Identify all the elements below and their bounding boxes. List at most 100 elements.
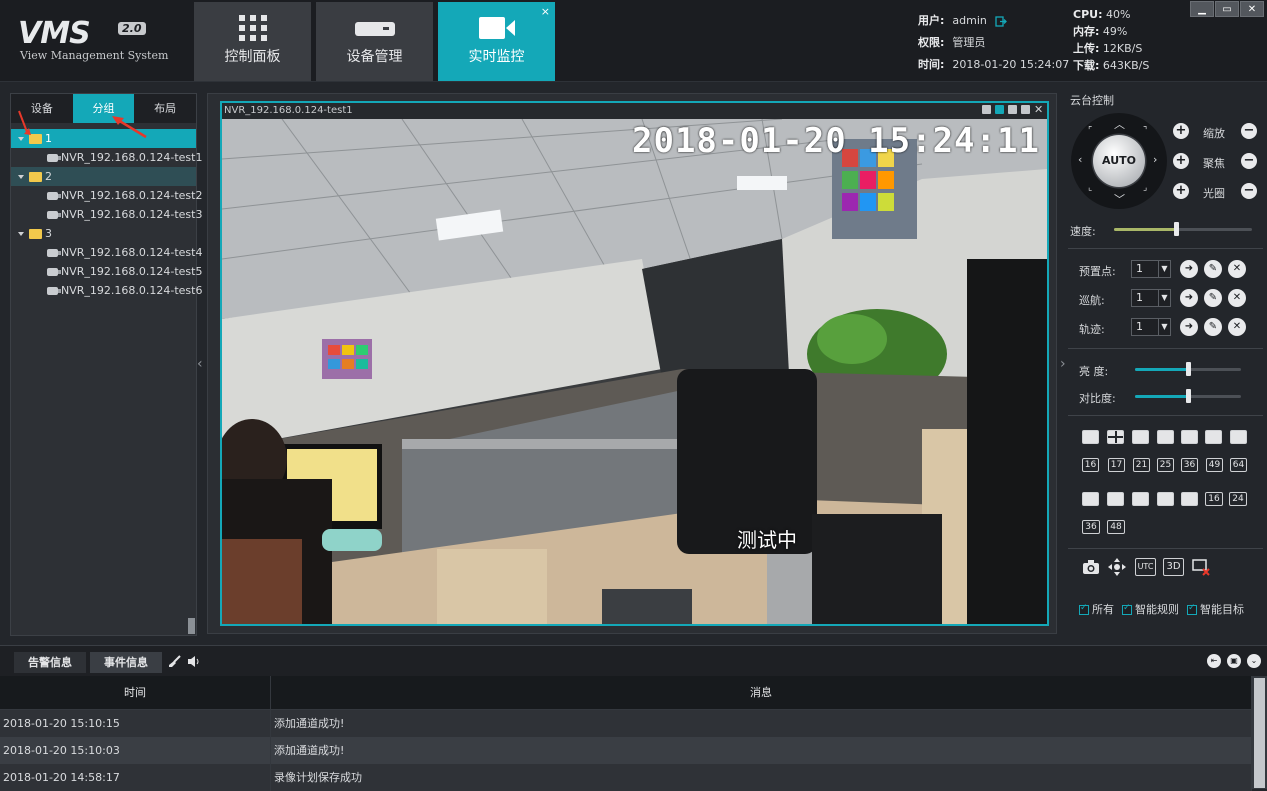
iris-close-button[interactable]: − — [1241, 183, 1257, 199]
focus-out-button[interactable]: − — [1241, 153, 1257, 169]
tab-device-management[interactable]: 设备管理 — [316, 2, 433, 81]
layout-25-button[interactable]: 25 — [1157, 458, 1174, 472]
layout-6-button[interactable] — [1132, 430, 1149, 444]
video-window[interactable]: NVR_192.168.0.124-test1 ✕ 2018-01-20 15:… — [220, 101, 1049, 626]
track-select[interactable]: 1 ▼ — [1131, 318, 1171, 336]
cruise-go-button[interactable]: ➜ — [1180, 289, 1198, 307]
iris-open-button[interactable]: + — [1173, 183, 1189, 199]
contrast-slider[interactable] — [1135, 389, 1241, 403]
ptz-down-right-icon[interactable]: ⌟ — [1143, 183, 1147, 193]
ptz-down-icon[interactable]: ﹀ — [1114, 191, 1125, 207]
preset-delete-button[interactable]: ✕ — [1228, 260, 1246, 278]
tree-channel[interactable]: NVR_192.168.0.124-test6 — [11, 281, 202, 300]
layout-wide-2-button[interactable] — [1107, 492, 1124, 506]
layout-16-button[interactable]: 16 — [1082, 458, 1099, 472]
column-header-time[interactable]: 时间 — [0, 676, 271, 709]
tree-group-3[interactable]: 3 — [11, 224, 196, 243]
cruise-select[interactable]: 1 ▼ — [1131, 289, 1171, 307]
capture-icon[interactable] — [1008, 105, 1017, 114]
restore-button[interactable]: ▭ — [1215, 1, 1239, 17]
table-scrollbar-thumb[interactable] — [1254, 678, 1265, 788]
layout-21-button[interactable]: 21 — [1133, 458, 1150, 472]
ptz-down-left-icon[interactable]: ⌞ — [1088, 183, 1092, 193]
layout-36-button[interactable]: 36 — [1181, 458, 1198, 472]
stop-display-icon[interactable] — [1192, 558, 1210, 576]
checkbox-all-box[interactable] — [1079, 603, 1089, 615]
tab-live-monitor[interactable]: × 实时监控 — [438, 2, 555, 81]
track-delete-button[interactable]: ✕ — [1228, 318, 1246, 336]
ptz-auto-button[interactable]: AUTO — [1093, 135, 1145, 187]
tree-scrollbar[interactable] — [188, 618, 195, 634]
contrast-slider-knob[interactable] — [1186, 389, 1191, 403]
3d-button[interactable]: 3D — [1163, 558, 1184, 576]
ptz-up-left-icon[interactable]: ⌜ — [1088, 126, 1092, 136]
tree-group-2[interactable]: 2 — [11, 167, 196, 186]
table-row[interactable]: 2018-01-20 14:58:17 录像计划保存成功 — [0, 764, 1252, 791]
cruise-edit-button[interactable]: ✎ — [1204, 289, 1222, 307]
layout-wide-16-button[interactable]: 16 — [1205, 492, 1223, 506]
maximize-panel-icon[interactable]: ▣ — [1227, 654, 1241, 668]
clear-broom-icon[interactable] — [168, 655, 181, 668]
table-row[interactable]: 2018-01-20 15:10:03 添加通道成功! — [0, 737, 1252, 764]
expand-arrow-icon[interactable] — [18, 232, 24, 236]
tab-alarm-info[interactable]: 告警信息 — [14, 652, 86, 673]
layout-wide-3-button[interactable] — [1132, 492, 1149, 506]
record-icon[interactable] — [995, 105, 1004, 114]
sound-icon[interactable] — [187, 655, 200, 668]
layout-wide-24-button[interactable]: 24 — [1229, 492, 1247, 506]
logout-icon[interactable] — [995, 15, 1008, 27]
collapse-panel-icon[interactable]: ⌄ — [1247, 654, 1261, 668]
preset-go-button[interactable]: ➜ — [1180, 260, 1198, 278]
track-go-button[interactable]: ➜ — [1180, 318, 1198, 336]
layout-1-button[interactable] — [1082, 430, 1099, 444]
speed-slider-knob[interactable] — [1174, 222, 1179, 236]
layout-wide-4-button[interactable] — [1157, 492, 1174, 506]
preset-select[interactable]: 1 ▼ — [1131, 260, 1171, 278]
layout-64-button[interactable]: 64 — [1230, 458, 1247, 472]
tree-channel[interactable]: NVR_192.168.0.124-test2 — [11, 186, 202, 205]
layout-wide-5-button[interactable] — [1181, 492, 1198, 506]
tree-channel[interactable]: NVR_192.168.0.124-test5 — [11, 262, 202, 281]
checkbox-smart-rules[interactable]: 智能规则 — [1122, 601, 1179, 617]
tab-control-panel[interactable]: 控制面板 — [194, 2, 311, 81]
layout-17-button[interactable]: 17 — [1108, 458, 1125, 472]
checkbox-smart-targets[interactable]: 智能目标 — [1187, 601, 1244, 617]
ptz-right-icon[interactable]: › — [1153, 153, 1157, 166]
table-row[interactable]: 2018-01-20 15:10:15 添加通道成功! — [0, 710, 1252, 737]
ptz-up-icon[interactable]: ︿ — [1114, 116, 1125, 132]
tree-channel[interactable]: NVR_192.168.0.124-test1 — [11, 148, 202, 167]
close-button[interactable]: ✕ — [1240, 1, 1264, 17]
checkbox-all[interactable]: 所有 — [1079, 601, 1114, 617]
column-header-message[interactable]: 消息 — [271, 676, 1252, 709]
layout-9-button[interactable] — [1181, 430, 1198, 444]
tree-channel[interactable]: NVR_192.168.0.124-test3 — [11, 205, 202, 224]
ptz-up-right-icon[interactable]: ⌝ — [1143, 126, 1147, 136]
tab-event-info[interactable]: 事件信息 — [90, 652, 162, 673]
minimize-button[interactable]: ▁ — [1190, 1, 1214, 17]
layout-49-button[interactable]: 49 — [1206, 458, 1223, 472]
layout-8-button[interactable] — [1157, 430, 1174, 444]
pin-icon[interactable]: ⇤ — [1207, 654, 1221, 668]
layout-wide-1-button[interactable] — [1082, 492, 1099, 506]
focus-in-button[interactable]: + — [1173, 153, 1189, 169]
audio-icon[interactable] — [1021, 105, 1030, 114]
snapshot-small-icon[interactable] — [982, 105, 991, 114]
layout-wide-36-button[interactable]: 36 — [1082, 520, 1100, 534]
utc-button[interactable]: UTC — [1135, 558, 1156, 576]
snapshot-icon[interactable] — [1082, 558, 1100, 576]
zoom-in-button[interactable]: + — [1173, 123, 1189, 139]
zoom-out-button[interactable]: − — [1241, 123, 1257, 139]
cruise-delete-button[interactable]: ✕ — [1228, 289, 1246, 307]
brightness-slider-knob[interactable] — [1186, 362, 1191, 376]
checkbox-smart-targets-box[interactable] — [1187, 603, 1197, 615]
expand-arrow-icon[interactable] — [18, 175, 24, 179]
speed-slider[interactable] — [1114, 222, 1252, 236]
layout-4-button[interactable] — [1107, 430, 1124, 444]
move-icon[interactable] — [1108, 558, 1126, 576]
tree-channel[interactable]: NVR_192.168.0.124-test4 — [11, 243, 202, 262]
track-edit-button[interactable]: ✎ — [1204, 318, 1222, 336]
layout-13-button[interactable] — [1230, 430, 1247, 444]
layout-10-button[interactable] — [1205, 430, 1222, 444]
table-scrollbar[interactable] — [1252, 676, 1267, 789]
close-video-icon[interactable]: ✕ — [1034, 104, 1043, 115]
